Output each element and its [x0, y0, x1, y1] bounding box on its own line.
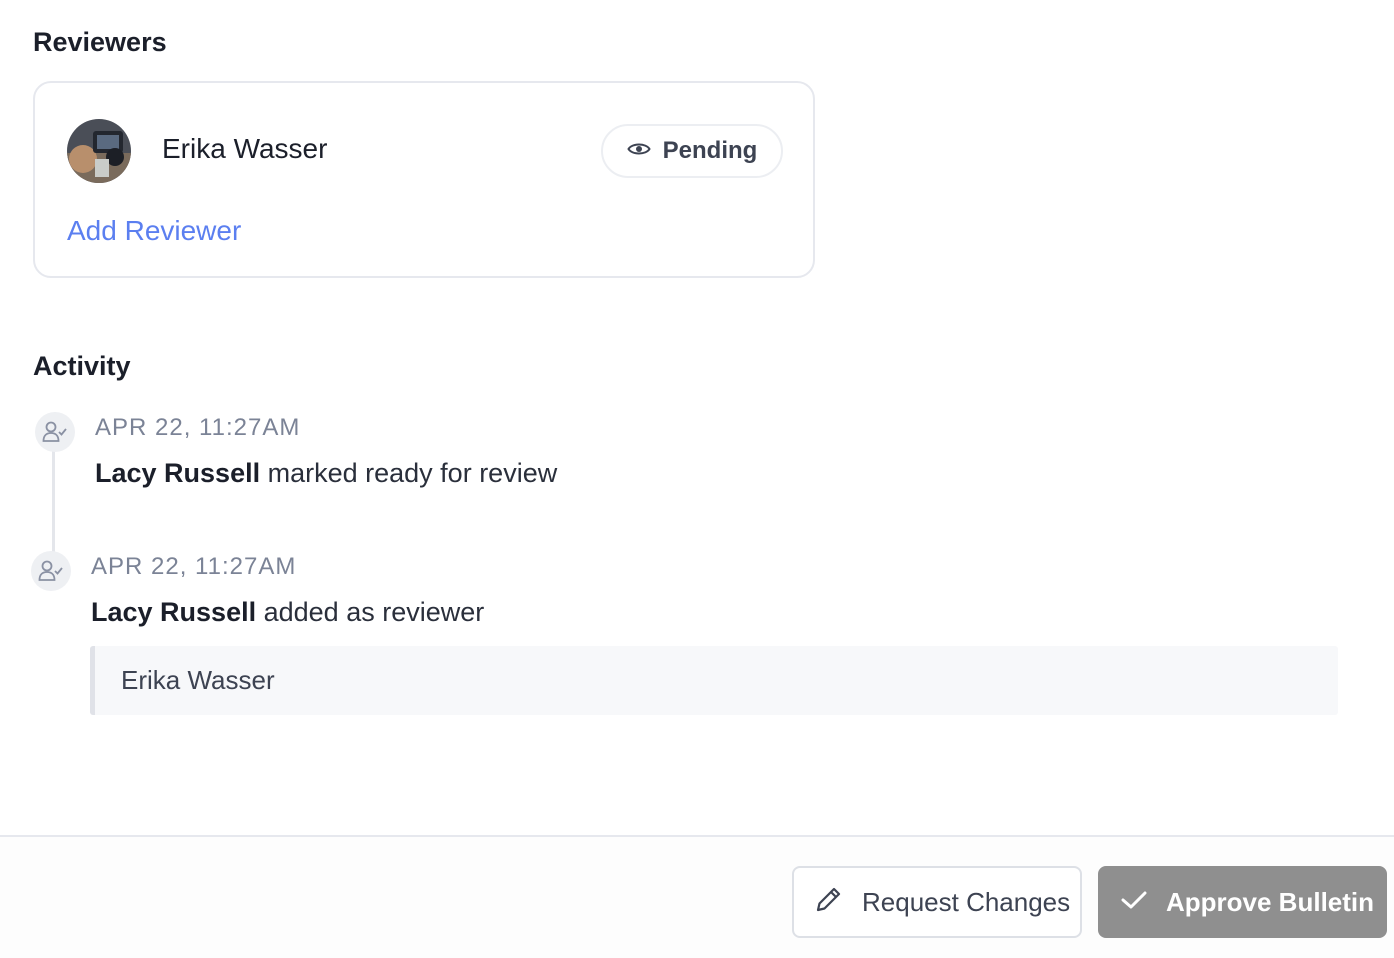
approve-bulletin-label: Approve Bulletin [1166, 886, 1375, 917]
review-panel: Reviewers Erika Wasser Pending Add Revie… [0, 0, 1394, 958]
reviewer-avatar [67, 119, 131, 183]
reviewer-status-badge: Pending [601, 124, 783, 178]
activity-action: added as reviewer [263, 597, 485, 627]
user-check-icon [31, 551, 71, 591]
activity-actor: Lacy Russell [95, 458, 261, 488]
pencil-icon [814, 884, 844, 921]
reviewers-heading: Reviewers [33, 27, 167, 57]
activity-description: Lacy Russell added as reviewer [91, 597, 484, 628]
check-icon [1120, 887, 1148, 918]
request-changes-label: Request Changes [862, 886, 1071, 917]
timeline-connector [52, 450, 55, 552]
activity-description: Lacy Russell marked ready for review [95, 458, 557, 489]
activity-detail-quote: Erika Wasser [90, 646, 1338, 715]
activity-heading: Activity [33, 351, 131, 381]
add-reviewer-link[interactable]: Add Reviewer [67, 215, 241, 247]
approve-bulletin-button[interactable]: Approve Bulletin [1098, 866, 1387, 938]
activity-timestamp: APR 22, 11:27AM [95, 414, 301, 441]
eye-icon [626, 141, 651, 162]
status-label: Pending [662, 137, 758, 164]
activity-action: marked ready for review [267, 458, 558, 488]
activity-timestamp: APR 22, 11:27AM [91, 553, 297, 580]
request-changes-button[interactable]: Request Changes [792, 866, 1082, 938]
reviewer-name: Erika Wasser [162, 133, 328, 164]
reviewer-card: Erika Wasser Pending Add Reviewer [33, 81, 815, 278]
activity-actor: Lacy Russell [91, 597, 257, 627]
user-check-icon [35, 412, 75, 452]
action-footer: Request Changes Approve Bulletin [0, 835, 1394, 958]
